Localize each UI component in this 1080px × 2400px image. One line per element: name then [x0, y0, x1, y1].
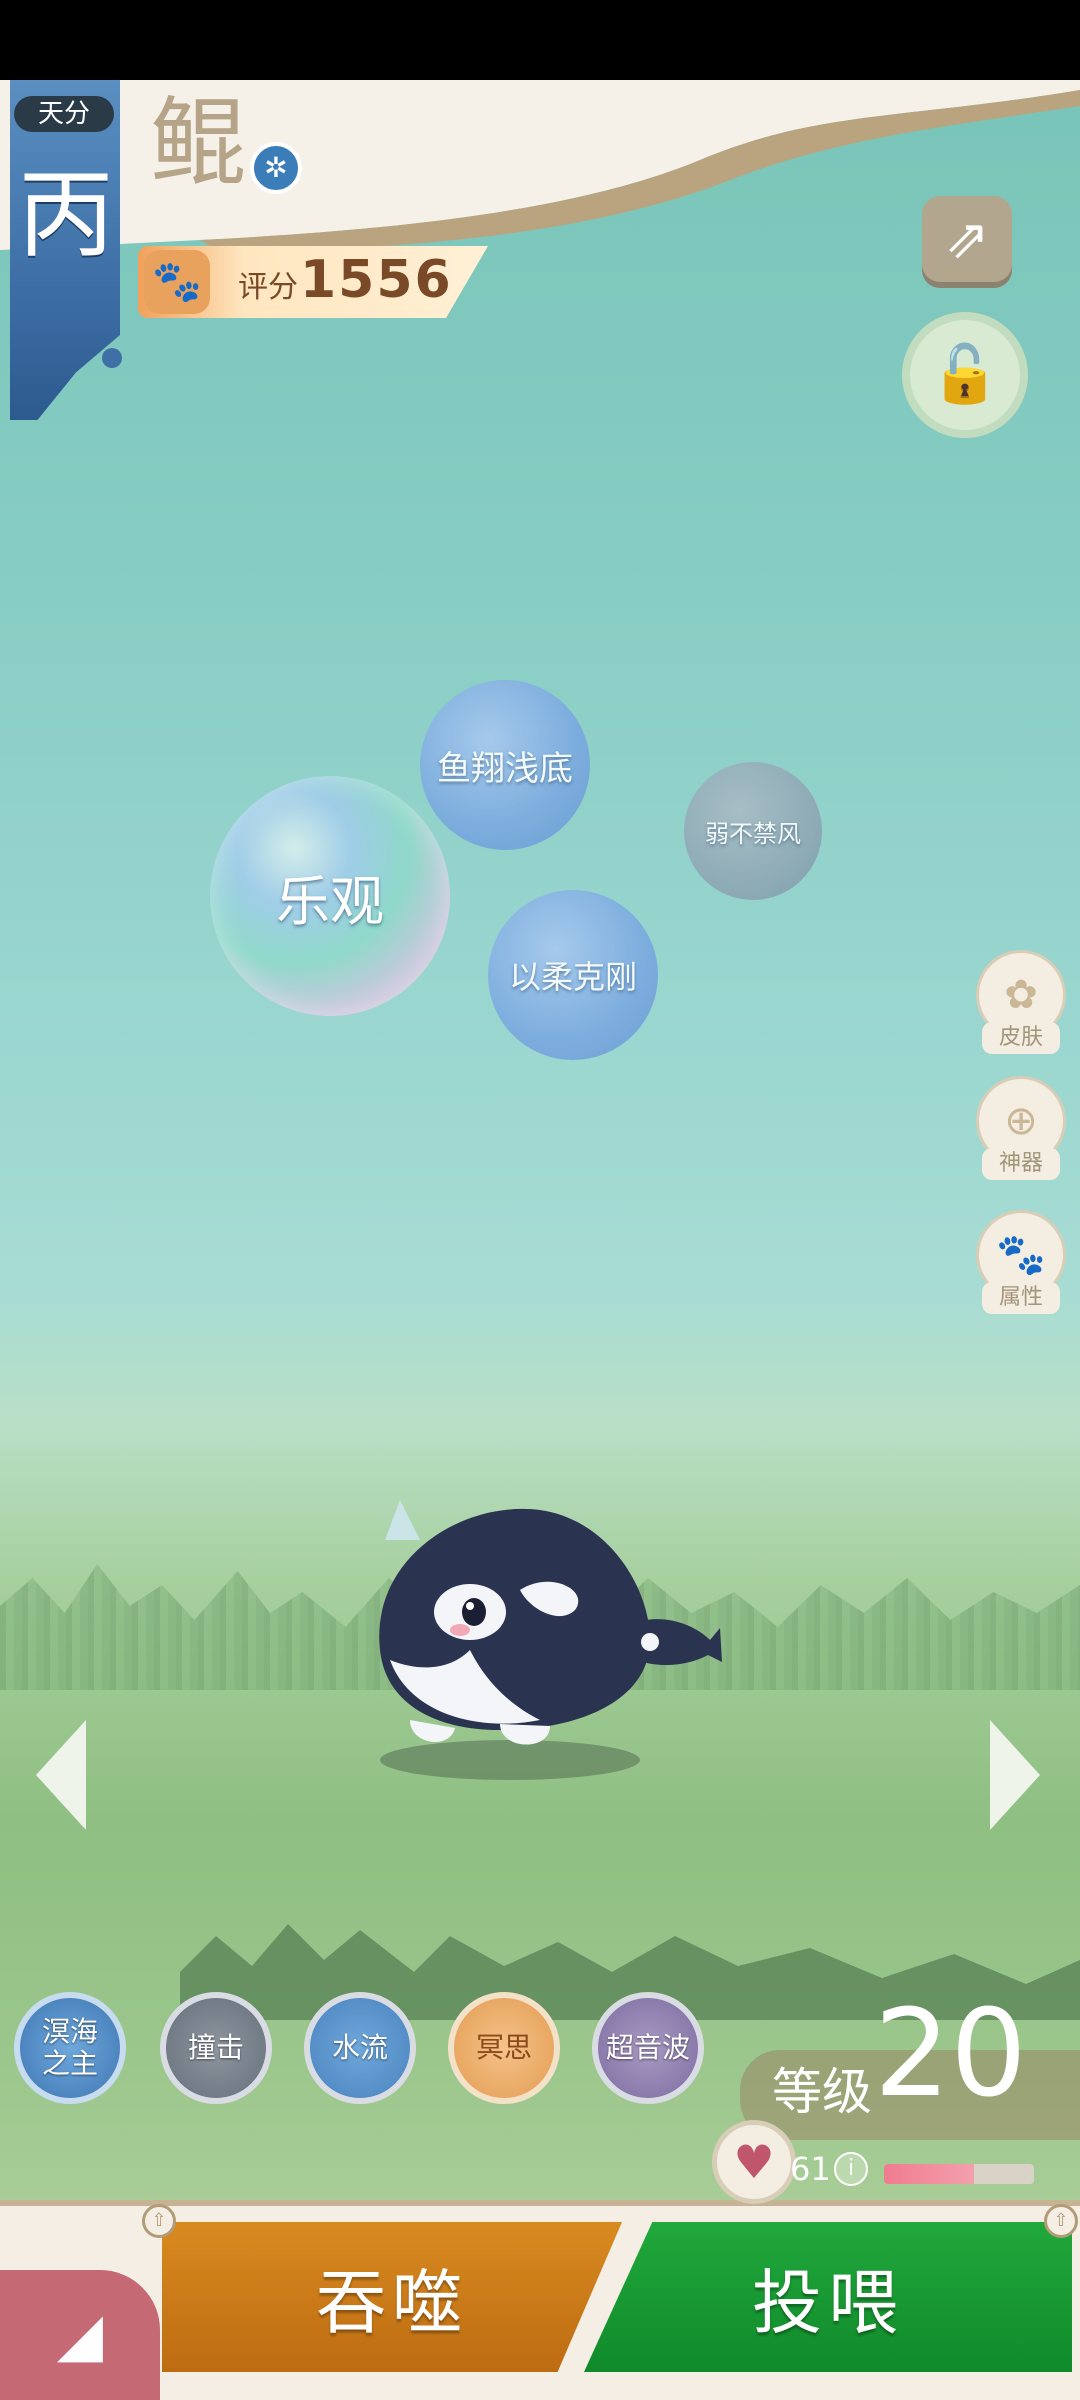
skin-label: 皮肤	[982, 1022, 1060, 1054]
devour-pin-icon: ⇧	[142, 2204, 176, 2238]
talent-grade: 丙	[18, 159, 114, 271]
level-value: 20	[874, 1985, 1027, 2124]
trait-bubble[interactable]: 鱼翔浅底	[420, 680, 590, 850]
status-bar	[0, 0, 1080, 80]
devour-button[interactable]: 吞噬	[162, 2222, 622, 2372]
score-value: 1556	[300, 250, 453, 310]
skill-slot[interactable]: 溟海之主	[14, 1992, 126, 2104]
heart-icon[interactable]: ♥	[712, 2120, 796, 2204]
share-icon: ⇗	[944, 207, 990, 270]
trait-bubble[interactable]: 弱不禁风	[684, 762, 822, 900]
skill-slot[interactable]: 水流	[304, 1992, 416, 2104]
trait-bubble[interactable]: 以柔克刚	[488, 890, 658, 1060]
butterfly-icon: ✿	[1004, 972, 1038, 1018]
feed-pin-icon: ⇧	[1044, 2204, 1078, 2238]
talent-tag: 天分	[14, 96, 114, 132]
artifact-label: 神器	[982, 1148, 1060, 1180]
share-button[interactable]: ⇗	[922, 196, 1012, 282]
level-label: 等级	[772, 2063, 872, 2121]
score-label: 评分	[238, 270, 298, 305]
banner-dot	[102, 348, 122, 368]
water-element-icon[interactable]: ✲	[250, 142, 302, 194]
paw-icon: 🐾	[144, 250, 210, 314]
feed-button[interactable]: 投喂	[584, 2222, 1072, 2372]
pet-species-name: 鲲	[150, 87, 246, 199]
skill-slot[interactable]: 冥思	[448, 1992, 560, 2104]
lock-button[interactable]: 🔓	[902, 312, 1028, 438]
health-value: 61	[790, 2150, 831, 2188]
attributes-label: 属性	[982, 1282, 1060, 1314]
plus-icon: ⊕	[1004, 1098, 1038, 1144]
pet-sprite[interactable]	[350, 1500, 730, 1760]
health-bar	[884, 2164, 1034, 2184]
skill-slot[interactable]: 撞击	[160, 1992, 272, 2104]
info-icon[interactable]: i	[834, 2152, 868, 2186]
health-bar-fill	[884, 2164, 974, 2184]
paw-icon: 🐾	[996, 1232, 1046, 1278]
skill-slot[interactable]: 超音波	[592, 1992, 704, 2104]
trait-bubble[interactable]: 乐观	[210, 776, 450, 1016]
unlock-icon: 🔓	[930, 342, 1000, 407]
game-logo-icon[interactable]: ◢	[0, 2270, 160, 2400]
